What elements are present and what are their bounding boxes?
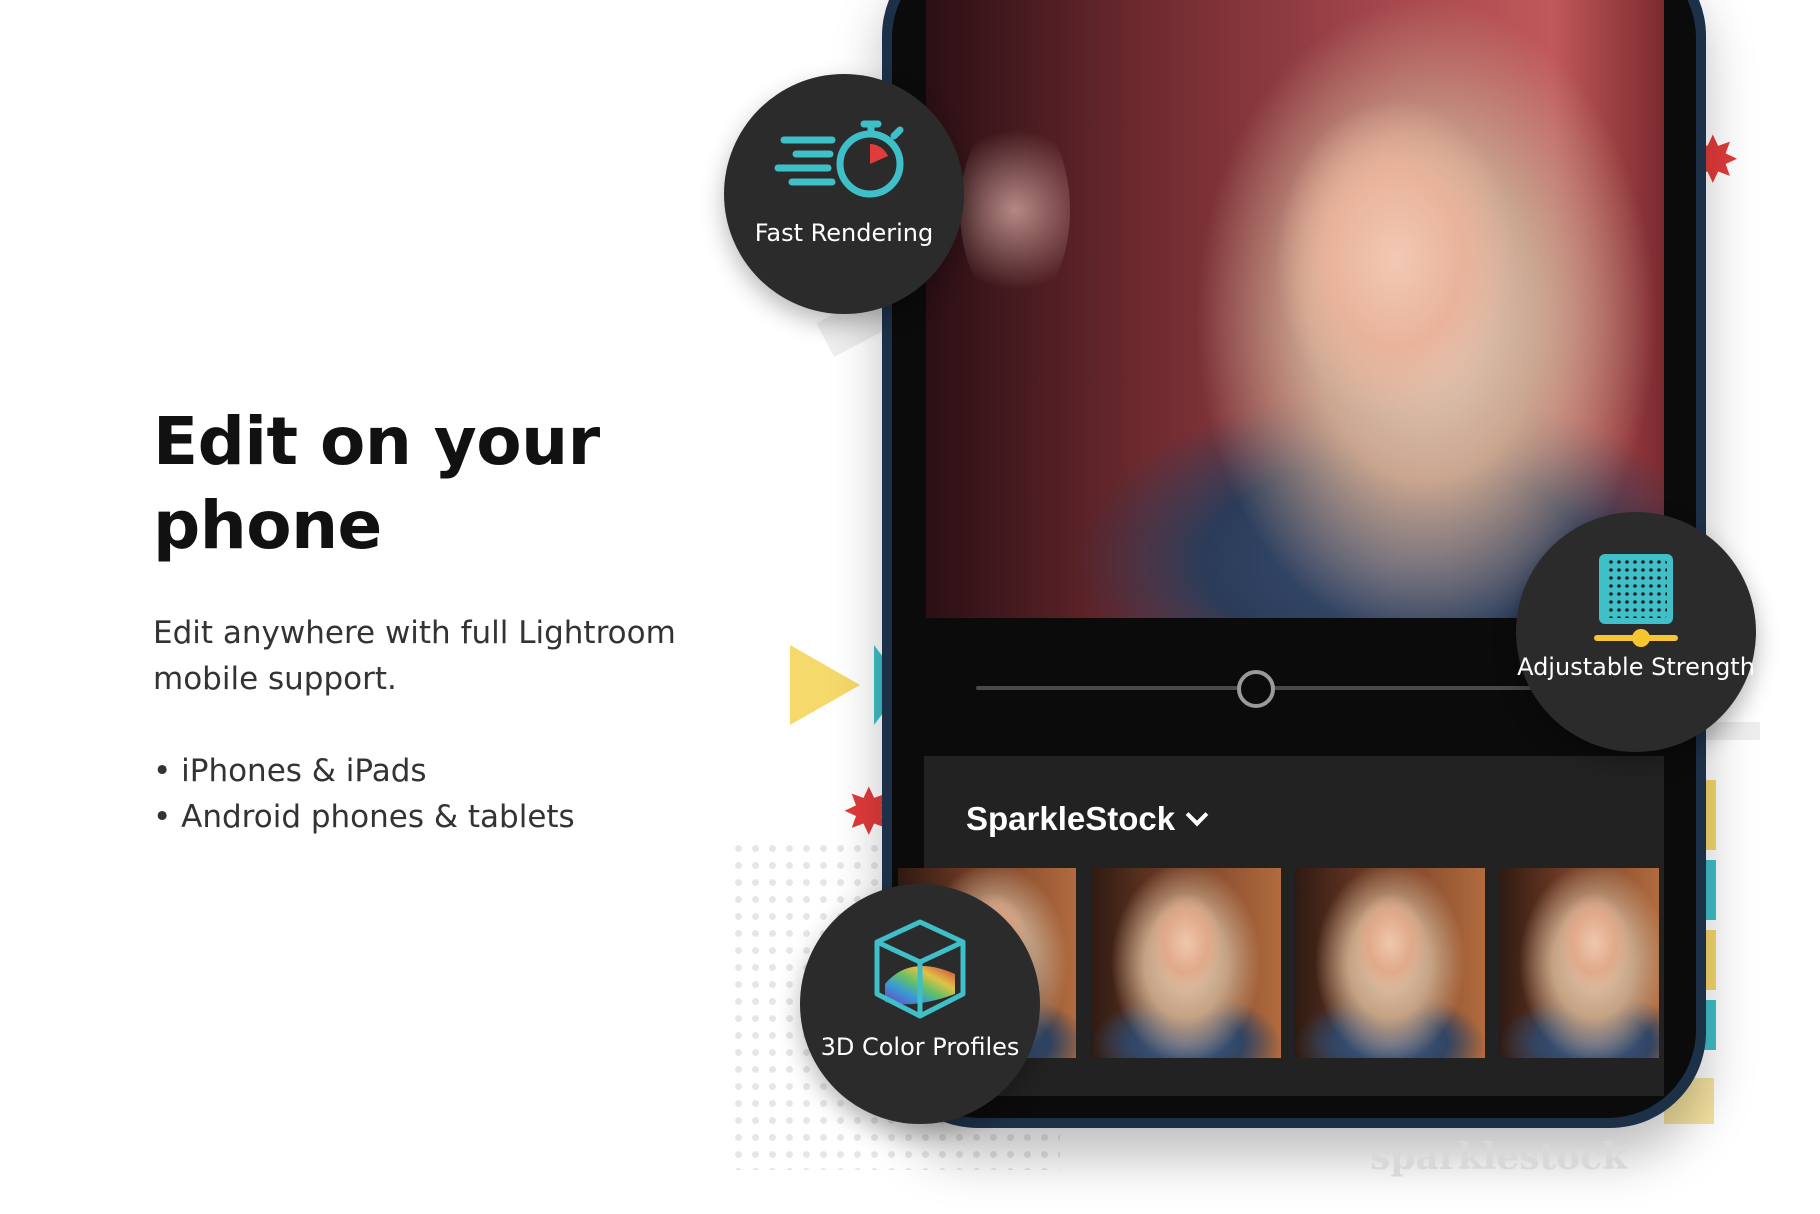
strength-slider-knob[interactable] bbox=[1237, 670, 1275, 708]
photo-bokeh-lights bbox=[960, 110, 1070, 310]
main-photo-preview bbox=[926, 0, 1664, 618]
bullet-item: • Android phones & tablets bbox=[153, 799, 575, 835]
stopwatch-speed-icon bbox=[774, 120, 904, 198]
bullet-item: • iPhones & iPads bbox=[153, 753, 427, 789]
preset-group-dropdown[interactable]: SparkleStock bbox=[966, 800, 1209, 838]
feature-bullet-list: • iPhones & iPads • Android phones & tab… bbox=[153, 748, 575, 840]
page-headline: Edit on your phone bbox=[153, 403, 600, 564]
feature-bubble-fast-rendering: Fast Rendering bbox=[724, 74, 964, 314]
feature-label: Fast Rendering bbox=[754, 219, 934, 247]
feature-bubble-adjustable-strength: Adjustable Strength bbox=[1516, 512, 1756, 752]
feature-bubble-3d-color-profiles: 3D Color Profiles bbox=[800, 884, 1040, 1124]
feature-label: 3D Color Profiles bbox=[820, 1033, 1020, 1061]
preset-thumbnail[interactable] bbox=[1091, 868, 1281, 1058]
feature-label: Adjustable Strength bbox=[1517, 653, 1755, 681]
yellow-triangle-shape bbox=[790, 645, 860, 725]
color-cube-icon bbox=[874, 919, 966, 1019]
page-subtext: Edit anywhere with full Lightroom mobile… bbox=[153, 615, 676, 697]
brand-watermark: sparklestock bbox=[1370, 1136, 1628, 1178]
preset-thumbnail[interactable] bbox=[1295, 868, 1485, 1058]
chevron-down-icon bbox=[1185, 803, 1209, 827]
preset-group-label: SparkleStock bbox=[966, 800, 1176, 837]
slider-pattern-icon bbox=[1594, 554, 1678, 647]
preset-thumbnail[interactable] bbox=[1499, 868, 1659, 1058]
